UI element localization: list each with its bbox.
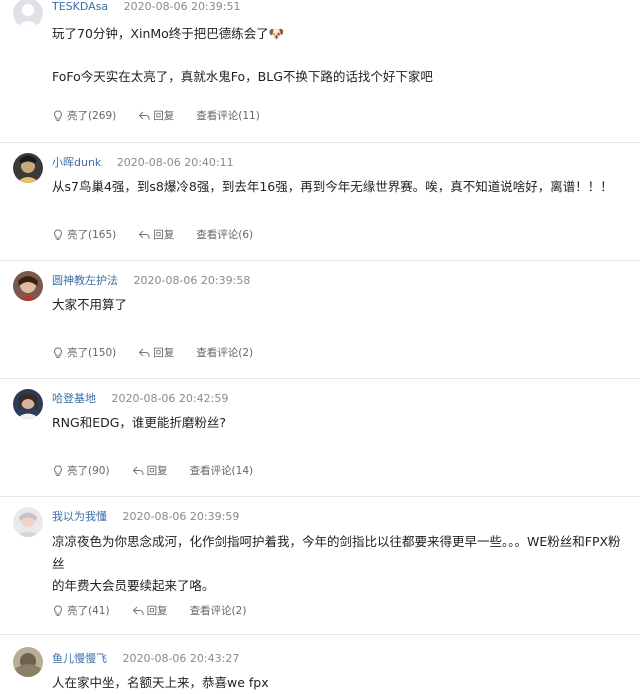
reply-button[interactable]: 回复	[132, 603, 168, 618]
lightbulb-icon	[54, 346, 62, 358]
comment-line: 玩了70分钟，XinMo终于把巴德练会了🐶	[52, 26, 285, 41]
avatar[interactable]	[13, 153, 43, 183]
view-comments-link[interactable]: 查看评论(14)	[190, 463, 254, 478]
comment-line: 凉凉夜色为你思念成河，化作剑指呵护着我，今年的剑指比以往都要来得更早一些。。。W…	[52, 534, 621, 571]
comment-line: FoFo今天实在太亮了，真就水鬼Fo，BLG不换下路的话找个好下家吧	[52, 69, 433, 84]
view-comments-label: 查看评论(11)	[196, 110, 260, 122]
timestamp: 2020-08-06 20:40:11	[116, 156, 234, 169]
like-button[interactable]: 亮了(269)	[52, 108, 116, 123]
like-label: 亮了(165)	[67, 229, 117, 241]
username[interactable]: 小晖dunk	[52, 156, 101, 169]
reply-label: 回复	[153, 229, 175, 241]
comment-text: 从s7鸟巢4强，到s8爆冷8强，到去年16强，再到今年无缘世界赛。唉，真不知道说…	[52, 176, 622, 198]
comment-item: 小晖dunk 2020-08-06 20:40:11 从s7鸟巢4强，到s8爆冷…	[0, 143, 640, 261]
avatar[interactable]	[13, 271, 43, 301]
reply-label: 回复	[153, 110, 175, 122]
like-label: 亮了(269)	[67, 110, 117, 122]
view-comments-label: 查看评论(2)	[189, 605, 247, 617]
lightbulb-icon	[54, 228, 62, 240]
comment-line: 的年费大会员要续起来了咯。	[52, 578, 215, 593]
reply-arrow-icon	[139, 111, 150, 120]
username[interactable]: 哈登基地	[52, 392, 96, 405]
like-button[interactable]: 亮了(165)	[52, 227, 116, 242]
username[interactable]: 鱼儿慢慢飞	[52, 652, 107, 665]
view-comments-link[interactable]: 查看评论(11)	[196, 108, 260, 123]
reply-arrow-icon	[139, 230, 150, 239]
comment-item: 我以为我懂 2020-08-06 20:39:59 凉凉夜色为你思念成河，化作剑…	[0, 497, 640, 635]
like-label: 亮了(90)	[67, 465, 110, 477]
avatar[interactable]	[13, 0, 43, 28]
comment-item: TESKDAsa 2020-08-06 20:39:51 玩了70分钟，XinM…	[0, 0, 640, 143]
like-label: 亮了(41)	[67, 605, 110, 617]
reply-button[interactable]: 回复	[138, 345, 174, 360]
like-button[interactable]: 亮了(90)	[52, 463, 110, 478]
username[interactable]: 圆神教左护法	[52, 274, 118, 287]
reply-arrow-icon	[132, 466, 144, 475]
comment-item: 鱼儿慢慢飞 2020-08-06 20:43:27 人在家中坐，名额天上来，恭喜…	[0, 635, 640, 692]
reply-label: 回复	[146, 605, 168, 617]
timestamp: 2020-08-06 20:43:27	[122, 652, 240, 665]
timestamp: 2020-08-06 20:39:51	[123, 0, 241, 13]
username[interactable]: 我以为我懂	[52, 510, 107, 523]
comment-text: 凉凉夜色为你思念成河，化作剑指呵护着我，今年的剑指比以往都要来得更早一些。。。W…	[52, 531, 622, 597]
avatar[interactable]	[13, 507, 43, 537]
comment-line: 大家不用算了	[52, 297, 128, 312]
view-comments-link[interactable]: 查看评论(2)	[190, 603, 247, 618]
timestamp: 2020-08-06 20:39:58	[133, 274, 251, 287]
reply-label: 回复	[146, 465, 168, 477]
avatar[interactable]	[13, 389, 43, 419]
like-label: 亮了(150)	[67, 347, 117, 359]
comment-text: 大家不用算了	[52, 294, 622, 316]
avatar[interactable]	[13, 647, 43, 677]
comment-item: 圆神教左护法 2020-08-06 20:39:58 大家不用算了 亮了(150…	[0, 261, 640, 379]
reply-button[interactable]: 回复	[132, 463, 168, 478]
timestamp: 2020-08-06 20:39:59	[122, 510, 240, 523]
timestamp: 2020-08-06 20:42:59	[111, 392, 229, 405]
like-button[interactable]: 亮了(41)	[52, 603, 110, 618]
view-comments-label: 查看评论(6)	[196, 229, 254, 241]
lightbulb-icon	[54, 464, 62, 476]
comment-line: RNG和EDG，谁更能折磨粉丝?	[52, 415, 227, 430]
reply-label: 回复	[153, 347, 175, 359]
view-comments-link[interactable]: 查看评论(6)	[196, 227, 253, 242]
comment-line: 人在家中坐，名额天上来，恭喜we fpx	[52, 675, 269, 690]
view-comments-link[interactable]: 查看评论(2)	[196, 345, 253, 360]
like-button[interactable]: 亮了(150)	[52, 345, 116, 360]
comment-text: 玩了70分钟，XinMo终于把巴德练会了🐶 FoFo今天实在太亮了，真就水鬼Fo…	[52, 23, 622, 88]
view-comments-label: 查看评论(14)	[189, 465, 254, 477]
reply-arrow-icon	[139, 348, 150, 357]
view-comments-label: 查看评论(2)	[196, 347, 254, 359]
username[interactable]: TESKDAsa	[52, 0, 108, 13]
reply-button[interactable]: 回复	[138, 227, 174, 242]
comment-text: RNG和EDG，谁更能折磨粉丝?	[52, 412, 622, 434]
comment-line: 从s7鸟巢4强，到s8爆冷8强，到去年16强，再到今年无缘世界赛。唉，真不知道说…	[52, 179, 613, 194]
reply-arrow-icon	[132, 606, 144, 615]
lightbulb-icon	[54, 109, 62, 121]
comment-item: 哈登基地 2020-08-06 20:42:59 RNG和EDG，谁更能折磨粉丝…	[0, 379, 640, 497]
reply-button[interactable]: 回复	[138, 108, 174, 123]
lightbulb-icon	[54, 604, 62, 616]
comment-text: 人在家中坐，名额天上来，恭喜we fpx	[52, 672, 622, 694]
